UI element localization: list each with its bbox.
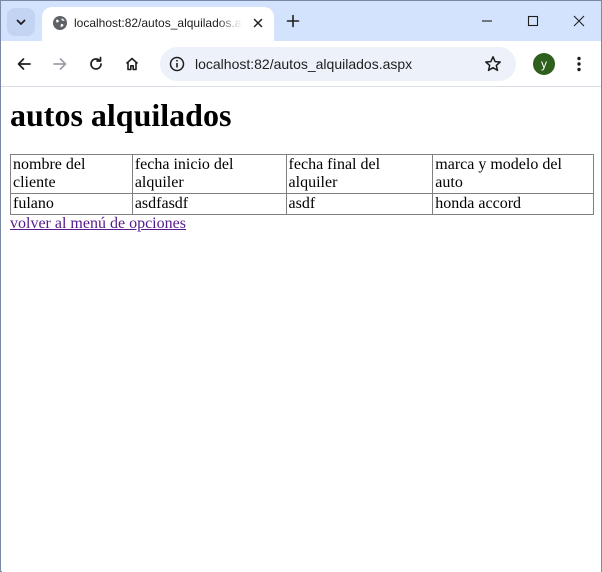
tab-title: localhost:82/autos_alquilados.aspx xyxy=(74,16,242,30)
minimize-button[interactable] xyxy=(467,5,507,37)
table-header-cell: nombre del cliente xyxy=(10,154,133,194)
tab-search-button[interactable] xyxy=(7,8,35,36)
table-cell: asdf xyxy=(285,193,434,215)
arrow-right-icon xyxy=(53,58,67,70)
back-button[interactable] xyxy=(11,51,37,77)
address-bar[interactable]: localhost:82/autos_alquilados.aspx xyxy=(160,47,516,81)
forward-button[interactable] xyxy=(47,51,73,77)
maximize-icon xyxy=(527,15,539,27)
more-vertical-icon xyxy=(577,56,581,72)
home-icon xyxy=(125,57,139,71)
table-header-cell: fecha inicio del alquiler xyxy=(131,154,287,194)
browser-window: localhost:82/autos_alquilados.aspx local… xyxy=(0,0,602,572)
url-text[interactable]: localhost:82/autos_alquilados.aspx xyxy=(195,56,412,72)
back-to-menu-link[interactable]: volver al menú de opciones xyxy=(10,215,186,233)
page-title: autos alquilados xyxy=(10,97,232,133)
close-icon xyxy=(253,18,263,28)
page-content: autos alquilados nombre del cliente fech… xyxy=(2,88,601,572)
close-window-button[interactable] xyxy=(559,5,599,37)
site-info-button[interactable] xyxy=(168,55,186,73)
maximize-button[interactable] xyxy=(513,5,553,37)
close-icon xyxy=(573,15,585,27)
table-header-cell: fecha final del alquiler xyxy=(285,154,434,194)
tab-strip: localhost:82/autos_alquilados.aspx xyxy=(1,1,601,41)
tab-close-button[interactable] xyxy=(249,14,267,32)
minimize-icon xyxy=(482,20,492,22)
arrow-left-icon xyxy=(17,58,31,70)
table-row: fulano asdfasdf asdf honda accord xyxy=(10,193,594,215)
browser-menu-button[interactable] xyxy=(567,52,591,76)
chevron-down-icon xyxy=(16,19,26,25)
info-icon xyxy=(169,56,185,72)
reload-icon xyxy=(90,56,102,70)
star-icon xyxy=(485,56,501,72)
table-header-row: nombre del cliente fecha inicio del alqu… xyxy=(10,154,594,194)
table-cell: fulano xyxy=(10,193,133,215)
new-tab-button[interactable] xyxy=(281,9,305,33)
profile-avatar[interactable]: y xyxy=(533,53,555,75)
browser-toolbar: localhost:82/autos_alquilados.aspx y xyxy=(1,41,601,87)
table-cell: honda accord xyxy=(432,193,594,215)
rentals-table: nombre del cliente fecha inicio del alqu… xyxy=(10,154,594,215)
tab-active[interactable]: localhost:82/autos_alquilados.aspx xyxy=(42,7,274,41)
home-button[interactable] xyxy=(119,51,145,77)
table-cell: asdfasdf xyxy=(131,193,287,215)
globe-icon xyxy=(53,16,67,30)
reload-button[interactable] xyxy=(83,51,109,77)
bookmark-button[interactable] xyxy=(483,54,503,74)
table-header-cell: marca y modelo del auto xyxy=(432,154,594,194)
plus-icon xyxy=(286,14,300,28)
